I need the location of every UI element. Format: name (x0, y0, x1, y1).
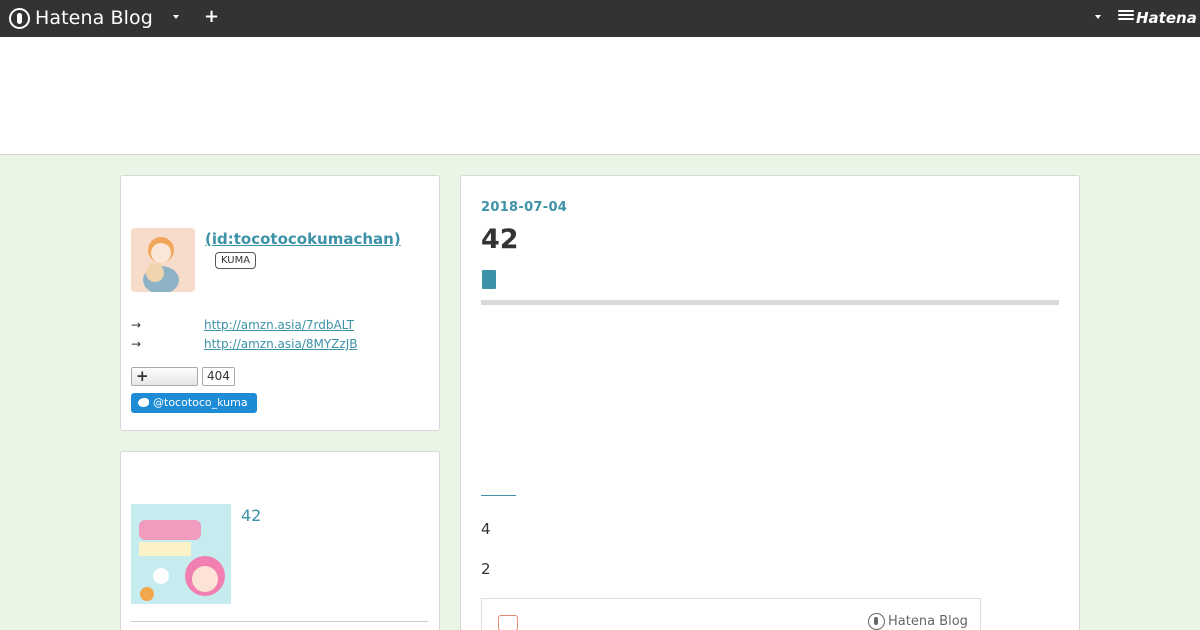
follow-button[interactable]: + (131, 367, 198, 386)
twitter-handle: @tocotoco_kuma (153, 396, 248, 409)
twitter-follow-button[interactable]: @tocotoco_kuma (131, 393, 257, 413)
blog-header (0, 37, 1200, 155)
avatar[interactable] (131, 228, 195, 292)
brand-text: Hatena Blog (35, 7, 153, 29)
new-post-button[interactable]: + (204, 6, 219, 27)
entry-paragraph: 2 (481, 560, 491, 578)
hatena-blog-icon (9, 7, 30, 29)
entry-date-link[interactable]: 2018-07-04 (481, 200, 567, 215)
hatena-blog-logo[interactable]: Hatena Blog (9, 7, 153, 29)
entry-title[interactable]: 42 (481, 224, 519, 255)
entry-article: 2018-07-04 42 4 2 Hatena Blog (460, 175, 1080, 630)
recent-entry-title-link[interactable]: 42 (241, 506, 261, 525)
profile-badge: KUMA (215, 252, 257, 269)
user-menu-caret-icon[interactable] (1095, 15, 1101, 19)
twitter-icon (138, 398, 149, 407)
profile-module: (id:tocotocokumachan) KUMA → http://amzn… (120, 175, 440, 431)
recent-entries-module: 42 (120, 451, 440, 630)
arrow-icon: → (131, 318, 142, 332)
content-divider (481, 495, 516, 496)
category-tag[interactable] (482, 270, 496, 289)
hatena-blog-icon (868, 613, 885, 630)
hatena-link[interactable]: Hatena (1136, 9, 1197, 27)
divider (131, 621, 428, 622)
arrow-icon: → (131, 337, 142, 351)
amazon-link[interactable]: http://amzn.asia/8MYZzJB (204, 337, 357, 351)
heading-rule (481, 300, 1059, 305)
entry-paragraph: 4 (481, 520, 491, 538)
profile-name-link[interactable]: (id:tocotocokumachan) (205, 230, 401, 248)
follower-count: 404 (202, 367, 235, 386)
global-header: Hatena Blog + Hatena (0, 0, 1200, 37)
entry-thumbnail[interactable] (131, 504, 231, 604)
hatena-icon (1118, 10, 1134, 24)
embed-brand-text: Hatena Blog (888, 614, 968, 629)
blog-menu-caret-icon[interactable] (173, 15, 179, 19)
amazon-link[interactable]: http://amzn.asia/7rdbALT (204, 318, 354, 332)
blog-card-embed[interactable]: Hatena Blog (481, 598, 981, 630)
blog-favicon-icon (498, 615, 518, 630)
embed-brand: Hatena Blog (868, 613, 968, 630)
plus-icon: + (136, 367, 149, 385)
